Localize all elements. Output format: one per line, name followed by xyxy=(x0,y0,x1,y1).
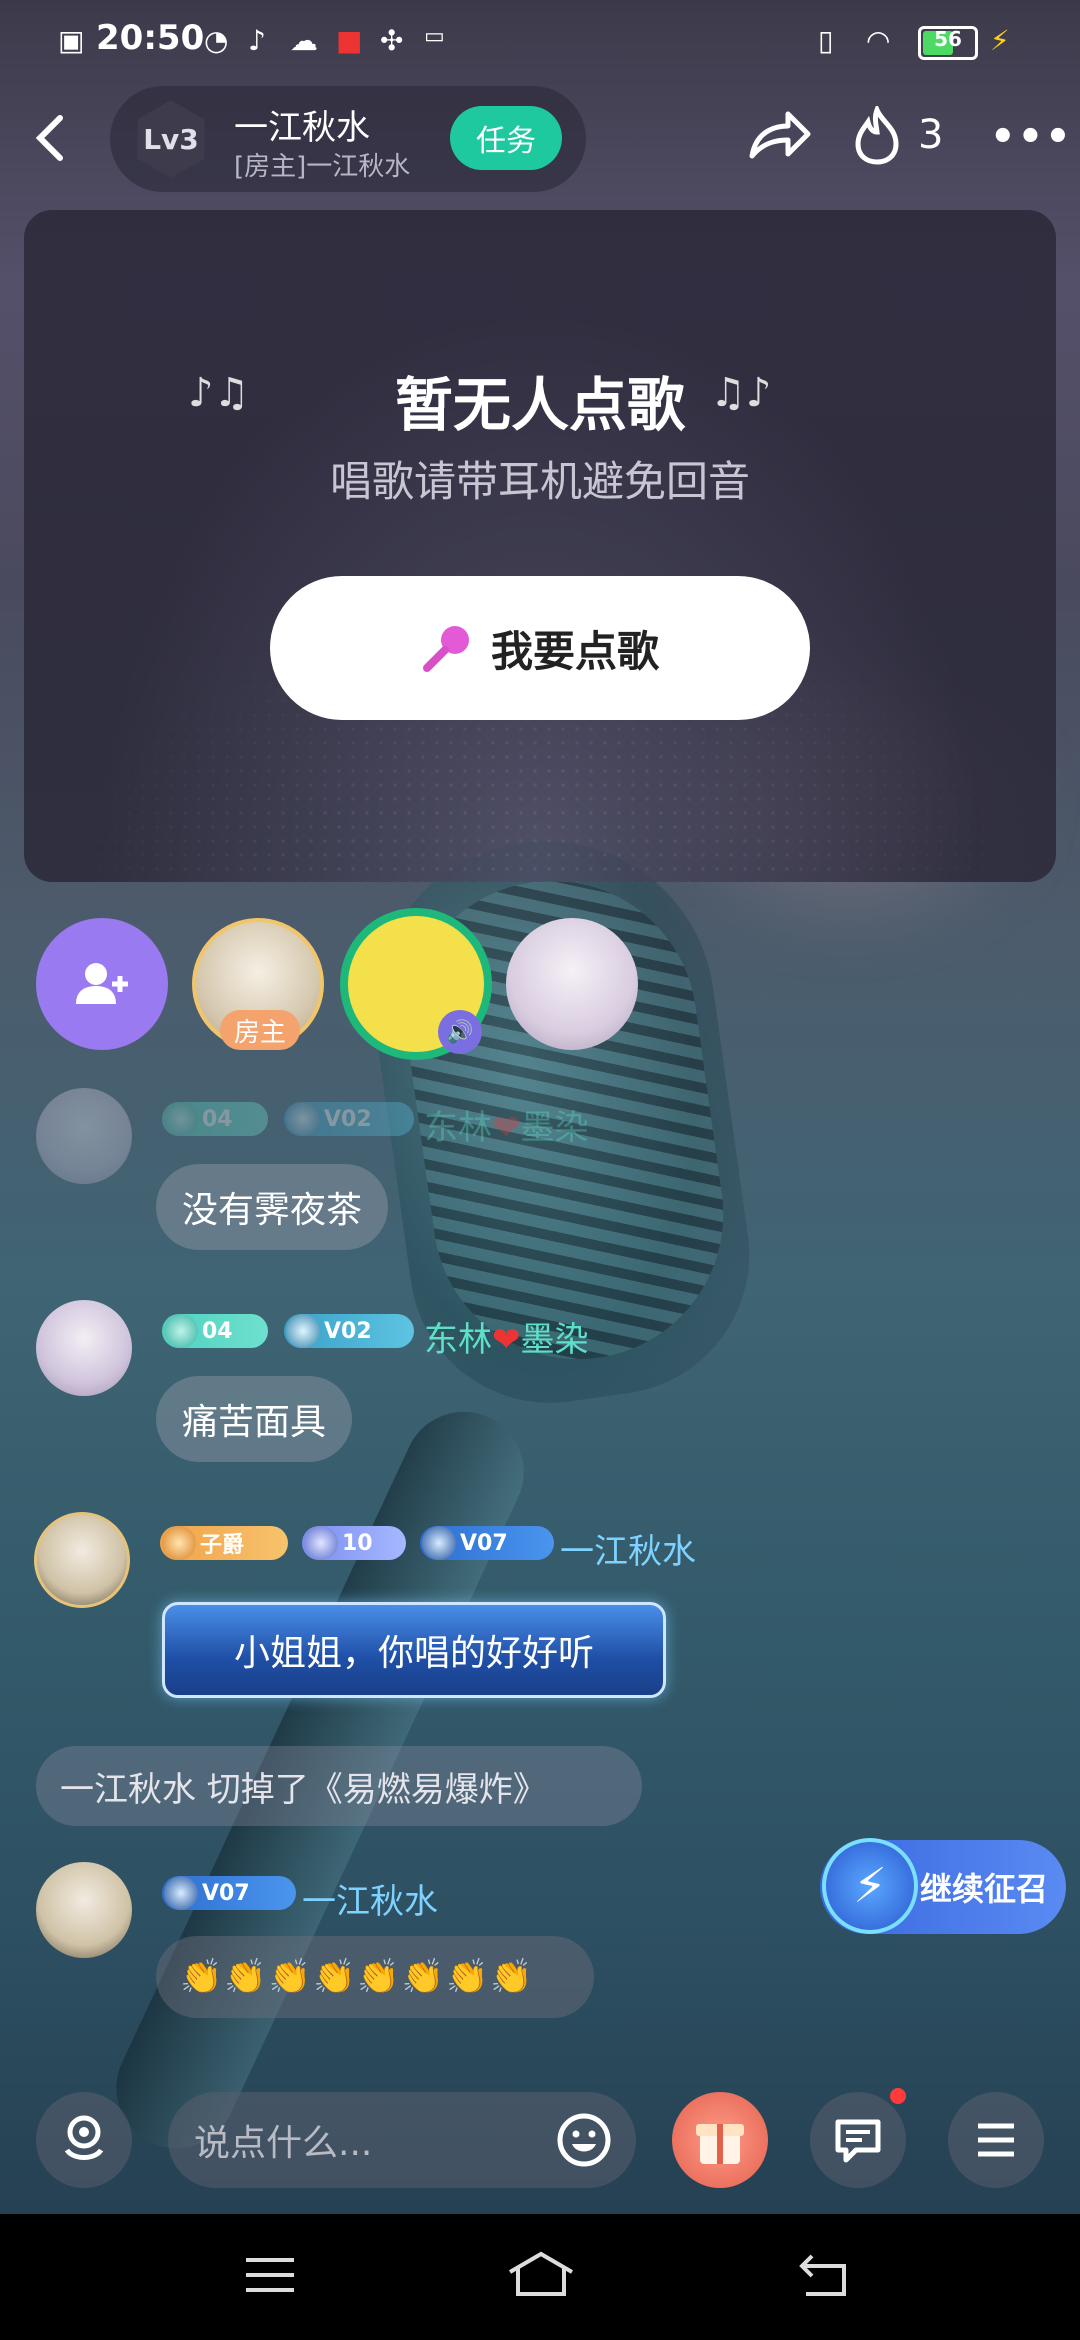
heat-count: 3 xyxy=(918,112,944,158)
message-username: 一江秋水 xyxy=(560,1532,696,1572)
sim-icon: ▣ xyxy=(58,24,85,57)
vip-badge: V07 xyxy=(420,1526,554,1560)
news-icon: ■ xyxy=(336,24,363,57)
message-bubble-decorated: 小姐姐，你唱的好好听 xyxy=(162,1602,666,1698)
headphone-hint: 唱歌请带耳机避免回音 xyxy=(329,457,750,506)
message-username: 一江秋水 xyxy=(302,1882,438,1922)
system-navigation-bar xyxy=(0,2214,1080,2340)
status-time: 20:50 xyxy=(96,18,205,58)
charging-icon: ⚡ xyxy=(990,24,1010,57)
message-username: 东林❤墨染 xyxy=(424,1320,589,1360)
vibrate-icon: ▯ xyxy=(818,24,834,57)
microphone-icon xyxy=(422,626,469,672)
room-info[interactable]: Lv3 一江秋水 [房主]一江秋水 任务 xyxy=(110,86,586,192)
more-icon[interactable]: ••• xyxy=(990,114,1073,160)
menu-button[interactable] xyxy=(948,2092,1044,2188)
back-nav-icon[interactable] xyxy=(796,2250,852,2300)
invite-seat-button[interactable] xyxy=(36,918,168,1050)
app-notification-icon: ◔ xyxy=(204,24,229,57)
message-avatar[interactable] xyxy=(36,1088,132,1184)
message-avatar[interactable] xyxy=(34,1512,130,1608)
iqiyi-icon: ▭ xyxy=(424,24,445,49)
emoji-icon[interactable] xyxy=(556,2112,612,2168)
microphone-icon xyxy=(64,2115,104,2160)
room-owner: [房主]一江秋水 xyxy=(234,152,411,182)
chat-input-placeholder: 说点什么... xyxy=(194,2123,373,2164)
task-button[interactable]: 任务 xyxy=(450,106,562,170)
fan-icon: ✣ xyxy=(380,24,404,57)
gift-button[interactable] xyxy=(672,2092,768,2188)
cloud-icon: ☁ xyxy=(290,24,318,57)
message-bubble: 痛苦面具 xyxy=(156,1376,353,1462)
speaker-icon: 🔊 xyxy=(438,1010,482,1054)
room-level-badge: Lv3 xyxy=(137,100,205,178)
battery-icon: 56 xyxy=(918,26,978,60)
vip-badge: V07 xyxy=(162,1876,296,1910)
message-username: 东林❤墨染 xyxy=(424,1108,589,1148)
status-bar: ▣ 20:50 ◔ ♪ ☁ ■ ✣ ▭ ▯ ◠ 56 ⚡ xyxy=(0,0,1080,84)
back-button[interactable] xyxy=(30,108,80,168)
gift-icon xyxy=(696,2124,744,2164)
vip-badge: V02 xyxy=(284,1102,414,1136)
menu-icon xyxy=(978,2123,1014,2157)
rank-badge: 子爵 xyxy=(160,1526,288,1560)
level-badge: 10 xyxy=(302,1526,406,1560)
share-icon[interactable] xyxy=(744,106,814,166)
wifi-icon: ◠ xyxy=(866,24,891,57)
seat-avatar[interactable] xyxy=(506,918,638,1050)
message-bubble: 没有霁夜茶 xyxy=(156,1164,389,1250)
chat-icon xyxy=(835,2119,881,2163)
host-tag: 房主 xyxy=(220,1010,300,1050)
tiktok-icon: ♪ xyxy=(248,24,266,57)
recent-apps-icon[interactable] xyxy=(242,2250,298,2300)
add-user-icon xyxy=(76,963,128,1004)
home-icon[interactable] xyxy=(506,2250,576,2300)
song-panel: ♪♫ 暂无人点歌 ♫♪ 唱歌请带耳机避免回音 我要点歌 xyxy=(24,210,1056,882)
no-song-title: 暂无人点歌 xyxy=(394,371,685,439)
battery-level: 56 xyxy=(934,27,962,51)
level-badge: 04 xyxy=(162,1102,268,1136)
system-message: 一江秋水 切掉了《易燃易爆炸》 xyxy=(36,1746,642,1826)
message-bubble: 👏👏👏👏👏👏👏👏 xyxy=(156,1936,594,2018)
message-button[interactable] xyxy=(810,2092,906,2188)
notification-dot xyxy=(890,2088,906,2104)
room-name: 一江秋水 xyxy=(234,108,370,148)
recall-label: 继续征召 xyxy=(919,1870,1048,1908)
request-song-label: 我要点歌 xyxy=(490,626,659,676)
message-avatar[interactable] xyxy=(36,1300,132,1396)
message-avatar[interactable] xyxy=(36,1862,132,1958)
lightning-icon[interactable]: ⚡ xyxy=(822,1838,918,1934)
music-note-icon-right: ♫♪ xyxy=(710,370,772,416)
vip-badge: V02 xyxy=(284,1314,414,1348)
voice-button[interactable] xyxy=(36,2092,132,2188)
heat-icon[interactable] xyxy=(852,103,902,166)
request-song-button[interactable]: 我要点歌 xyxy=(270,576,810,720)
level-badge: 04 xyxy=(162,1314,268,1348)
